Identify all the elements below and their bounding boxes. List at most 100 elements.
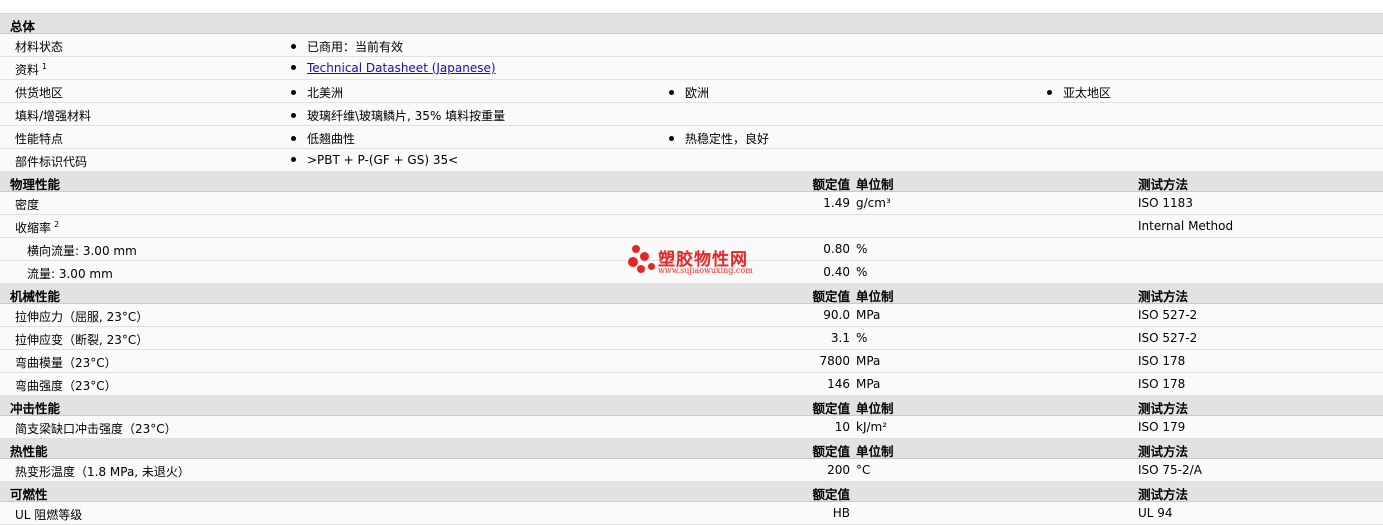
row-unit: °C [856,463,871,477]
section-title: 可燃性 [10,487,48,502]
row-label: 简支梁缺口冲击强度（23°C） [15,422,177,436]
row-label: 拉伸应变（断裂, 23°C） [15,333,149,347]
section-title: 机械性能 [10,289,61,304]
row-label: 热变形温度（1.8 MPa, 未退火） [15,465,190,479]
row-unit: kJ/m² [856,420,888,434]
row-unit: g/cm³ [856,196,891,210]
row-label: 填料/增强材料 [15,109,92,123]
row-method: ISO 527-2 [1138,331,1198,345]
row-value: 7800 [819,354,850,368]
header-nominal: 额定值 [812,444,850,459]
bullet-icon [669,90,674,95]
row-flex-strength: 弯曲强度（23°C） 146 MPa ISO 178 [0,373,1383,396]
row-label: 流量: 3.00 mm [27,267,113,281]
row-value: 3.1 [830,331,850,345]
row-features: 性能特点 低翘曲性 热稳定性，良好 [0,126,1383,149]
watermark-dot-icon [637,265,645,273]
section-thermal: 热性能 额定值 单位制 测试方法 [0,439,1383,459]
row-label: 部件标识代码 [15,155,88,169]
row-unit: MPa [856,377,881,391]
row-shrinkage: 收缩率 2 Internal Method [0,215,1383,238]
section-impact: 冲击性能 额定值 单位制 测试方法 [0,396,1383,416]
row-value: 1.49 [823,196,850,210]
row-value: 200 [827,463,850,477]
bullet-icon [291,157,296,162]
row-charpy-impact: 简支梁缺口冲击强度（23°C） 10 kJ/m² ISO 179 [0,416,1383,439]
header-method: 测试方法 [1138,444,1189,459]
watermark-dot-icon [628,257,638,267]
row-method: ISO 178 [1138,354,1186,368]
watermark: 塑胶物性网 www.sujiaowuxing.com [628,243,768,279]
watermark-dot-icon [632,245,640,253]
row-tensile-strain: 拉伸应变（断裂, 23°C） 3.1 % ISO 527-2 [0,327,1383,350]
footnote-ref[interactable]: 1 [42,62,47,71]
bullet-item: 欧洲 [669,84,709,101]
row-supply-region: 供货地区 北美洲 欧洲 亚太地区 [0,80,1383,103]
row-value: 146 [827,377,850,391]
section-title: 总体 [10,19,36,34]
top-strip [0,0,1383,14]
row-unit: MPa [856,354,881,368]
section-general: 总体 [0,14,1383,34]
header-method: 测试方法 [1138,487,1189,502]
row-label: 收缩率 2 [15,220,60,235]
bullet-icon [291,65,296,70]
header-nominal: 额定值 [812,401,850,416]
bullet-item: 低翘曲性 [291,130,355,147]
row-hdt: 热变形温度（1.8 MPa, 未退火） 200 °C ISO 75-2/A [0,459,1383,482]
watermark-dot-icon [640,252,649,261]
row-part-code: 部件标识代码 >PBT + P-(GF + GS) 35< [0,149,1383,172]
row-label: 性能特点 [15,132,64,146]
row-flex-modulus: 弯曲模量（23°C） 7800 MPa ISO 178 [0,350,1383,373]
row-label: 弯曲强度（23°C） [15,379,117,393]
row-method: Internal Method [1138,219,1234,233]
bullet-icon [1047,90,1052,95]
row-value: HB [832,506,850,520]
row-value: 0.80 [823,242,850,256]
bullet-icon [291,90,296,95]
bullet-item: 玻璃纤维\玻璃鳞片, 35% 填料按重量 [291,107,505,124]
header-nominal: 额定值 [812,487,850,502]
row-density: 密度 1.49 g/cm³ ISO 1183 [0,192,1383,215]
header-unit: 单位制 [856,444,894,459]
header-method: 测试方法 [1138,289,1189,304]
row-documents: 资料 1 Technical Datasheet (Japanese) [0,57,1383,80]
row-label: 供货地区 [15,86,64,100]
bullet-item: 北美洲 [291,84,343,101]
section-mechanical: 机械性能 额定值 单位制 测试方法 [0,284,1383,304]
bullet-item: Technical Datasheet (Japanese) [291,61,496,75]
row-method: ISO 75-2/A [1138,463,1202,477]
row-method: ISO 1183 [1138,196,1193,210]
bullet-item: >PBT + P-(GF + GS) 35< [291,153,458,167]
row-method: ISO 179 [1138,420,1186,434]
section-title: 物理性能 [10,177,61,192]
header-method: 测试方法 [1138,177,1189,192]
row-value: 0.40 [823,265,850,279]
row-unit: % [856,242,868,256]
bullet-item: 已商用：当前有效 [291,38,403,55]
row-label: 资料 1 [15,62,48,77]
row-unit: MPa [856,308,881,322]
row-unit: % [856,265,868,279]
row-label: 横向流量: 3.00 mm [27,244,137,258]
row-tensile-stress: 拉伸应力（屈服, 23°C） 90.0 MPa ISO 527-2 [0,304,1383,327]
row-label: 拉伸应力（屈服, 23°C） [15,310,149,324]
datasheet-link[interactable]: Technical Datasheet (Japanese) [307,61,496,75]
row-method: UL 94 [1138,506,1173,520]
header-unit: 单位制 [856,289,894,304]
bullet-item: 亚太地区 [1047,84,1111,101]
section-title: 冲击性能 [10,401,61,416]
bullet-icon [291,44,296,49]
header-nominal: 额定值 [812,289,850,304]
bullet-icon [291,113,296,118]
row-material-status: 材料状态 已商用：当前有效 [0,34,1383,57]
header-unit: 单位制 [856,177,894,192]
section-flammability: 可燃性 额定值 测试方法 [0,482,1383,502]
bullet-item: 热稳定性，良好 [669,130,769,147]
row-method: ISO 527-2 [1138,308,1198,322]
header-nominal: 额定值 [812,177,850,192]
bullet-icon [291,136,296,141]
watermark-url: www.sujiaowuxing.com [658,266,753,275]
row-label: UL 阻燃等级 [15,508,83,522]
footnote-ref[interactable]: 2 [54,220,59,229]
